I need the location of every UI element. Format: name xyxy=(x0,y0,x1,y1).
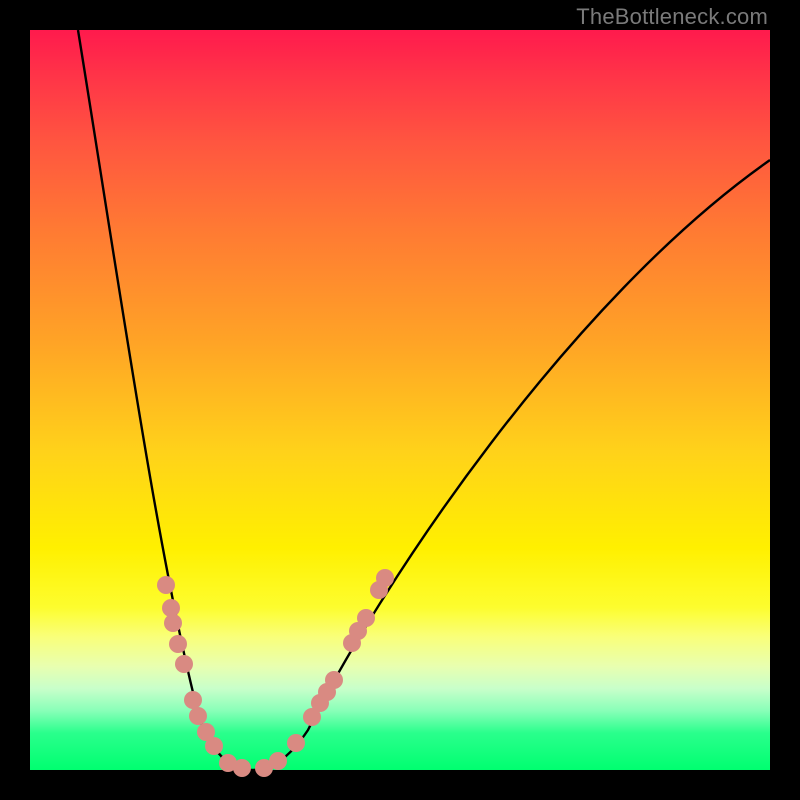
data-point xyxy=(175,655,193,673)
data-point xyxy=(169,635,187,653)
data-point xyxy=(157,576,175,594)
data-point xyxy=(164,614,182,632)
data-point xyxy=(325,671,343,689)
curve-svg xyxy=(30,30,770,770)
data-point xyxy=(233,759,251,777)
data-point xyxy=(205,737,223,755)
chart-container: TheBottleneck.com xyxy=(0,0,800,800)
data-point xyxy=(269,752,287,770)
data-point xyxy=(357,609,375,627)
data-point xyxy=(376,569,394,587)
plot-area xyxy=(30,30,770,770)
data-point xyxy=(287,734,305,752)
watermark-text: TheBottleneck.com xyxy=(576,4,768,30)
